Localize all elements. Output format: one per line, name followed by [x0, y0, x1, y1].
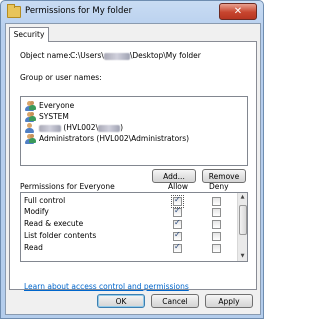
- scroll-up-arrow-icon[interactable]: ▲: [238, 193, 247, 202]
- permissions-list[interactable]: Full control Modify Read & execute List …: [20, 192, 248, 262]
- permissions-dialog: Permissions for My folder ✕ Security Obj…: [0, 0, 264, 319]
- apply-button[interactable]: Apply: [205, 294, 253, 308]
- add-button[interactable]: Add...: [152, 169, 196, 183]
- group-icon: [24, 101, 36, 111]
- path-prefix: C:\Users\: [70, 51, 104, 60]
- permissions-scrollbar[interactable]: ▲ ▼: [237, 193, 247, 261]
- deny-read-execute-checkbox[interactable]: [212, 220, 221, 229]
- deny-list-folder-contents-checkbox[interactable]: [212, 232, 221, 241]
- window-title: Permissions for My folder: [25, 6, 133, 16]
- redacted-username: [103, 52, 130, 60]
- allow-modify-checkbox[interactable]: [173, 206, 182, 217]
- close-button[interactable]: ✕: [219, 3, 257, 20]
- allow-read-execute-checkbox[interactable]: [173, 218, 182, 229]
- allow-list-folder-contents-checkbox[interactable]: [173, 230, 182, 241]
- folder-icon: [7, 4, 21, 18]
- principal-closing-paren: ): [120, 123, 124, 132]
- permission-row-read-execute: Read & execute: [24, 219, 84, 228]
- allow-column-header: Allow: [168, 182, 189, 191]
- redacted-username: [39, 124, 61, 132]
- title-bar[interactable]: Permissions for My folder ✕: [1, 1, 263, 23]
- security-panel: Object name: C:\Users\ \Desktop\My folder…: [9, 41, 257, 291]
- principal-name: Everyone: [39, 101, 75, 110]
- allow-read-checkbox[interactable]: [173, 242, 182, 253]
- list-item-administrators[interactable]: Administrators (HVL002\Administrators): [24, 133, 189, 144]
- group-icon: [24, 112, 36, 122]
- deny-read-checkbox[interactable]: [212, 244, 221, 253]
- object-name-value: C:\Users\ \Desktop\My folder: [70, 51, 201, 60]
- redacted-username: [98, 124, 121, 132]
- principal-domain: (HVL002\: [61, 123, 99, 132]
- ok-button[interactable]: OK: [97, 294, 145, 308]
- permission-row-full-control: Full control: [24, 196, 66, 205]
- group-or-user-names-label: Group or user names:: [20, 73, 102, 82]
- object-name-label: Object name:: [20, 51, 71, 60]
- scrollbar-thumb[interactable]: [239, 205, 247, 235]
- user-icon: [24, 123, 36, 133]
- principal-name: SYSTEM: [39, 112, 69, 121]
- principal-name: Administrators (HVL002\Administrators): [39, 134, 190, 143]
- remove-button[interactable]: Remove: [202, 169, 246, 183]
- permission-row-read: Read: [24, 243, 43, 252]
- dialog-client-area: Security Object name: C:\Users\ \Desktop\…: [5, 23, 261, 315]
- cancel-button[interactable]: Cancel: [151, 294, 199, 308]
- group-icon: [24, 134, 36, 144]
- deny-column-header: Deny: [209, 182, 229, 191]
- deny-full-control-checkbox[interactable]: [212, 197, 221, 206]
- permission-row-list-folder-contents: List folder contents: [24, 231, 97, 240]
- scroll-down-arrow-icon[interactable]: ▼: [238, 252, 247, 261]
- help-link[interactable]: Learn about access control and permissio…: [24, 282, 189, 291]
- list-item-system[interactable]: SYSTEM: [24, 111, 69, 122]
- allow-full-control-checkbox[interactable]: [171, 195, 184, 208]
- deny-modify-checkbox[interactable]: [212, 208, 221, 217]
- tab-security[interactable]: Security: [9, 27, 49, 42]
- list-item-user[interactable]: (HVL002\): [24, 122, 123, 133]
- list-item-everyone[interactable]: Everyone: [24, 100, 74, 111]
- permissions-for-label: Permissions for Everyone: [20, 182, 115, 191]
- path-suffix: \Desktop\My folder: [129, 51, 201, 60]
- principals-list[interactable]: Everyone SYSTEM (HVL002\) Administrators…: [20, 96, 248, 166]
- permission-row-modify: Modify: [24, 207, 49, 216]
